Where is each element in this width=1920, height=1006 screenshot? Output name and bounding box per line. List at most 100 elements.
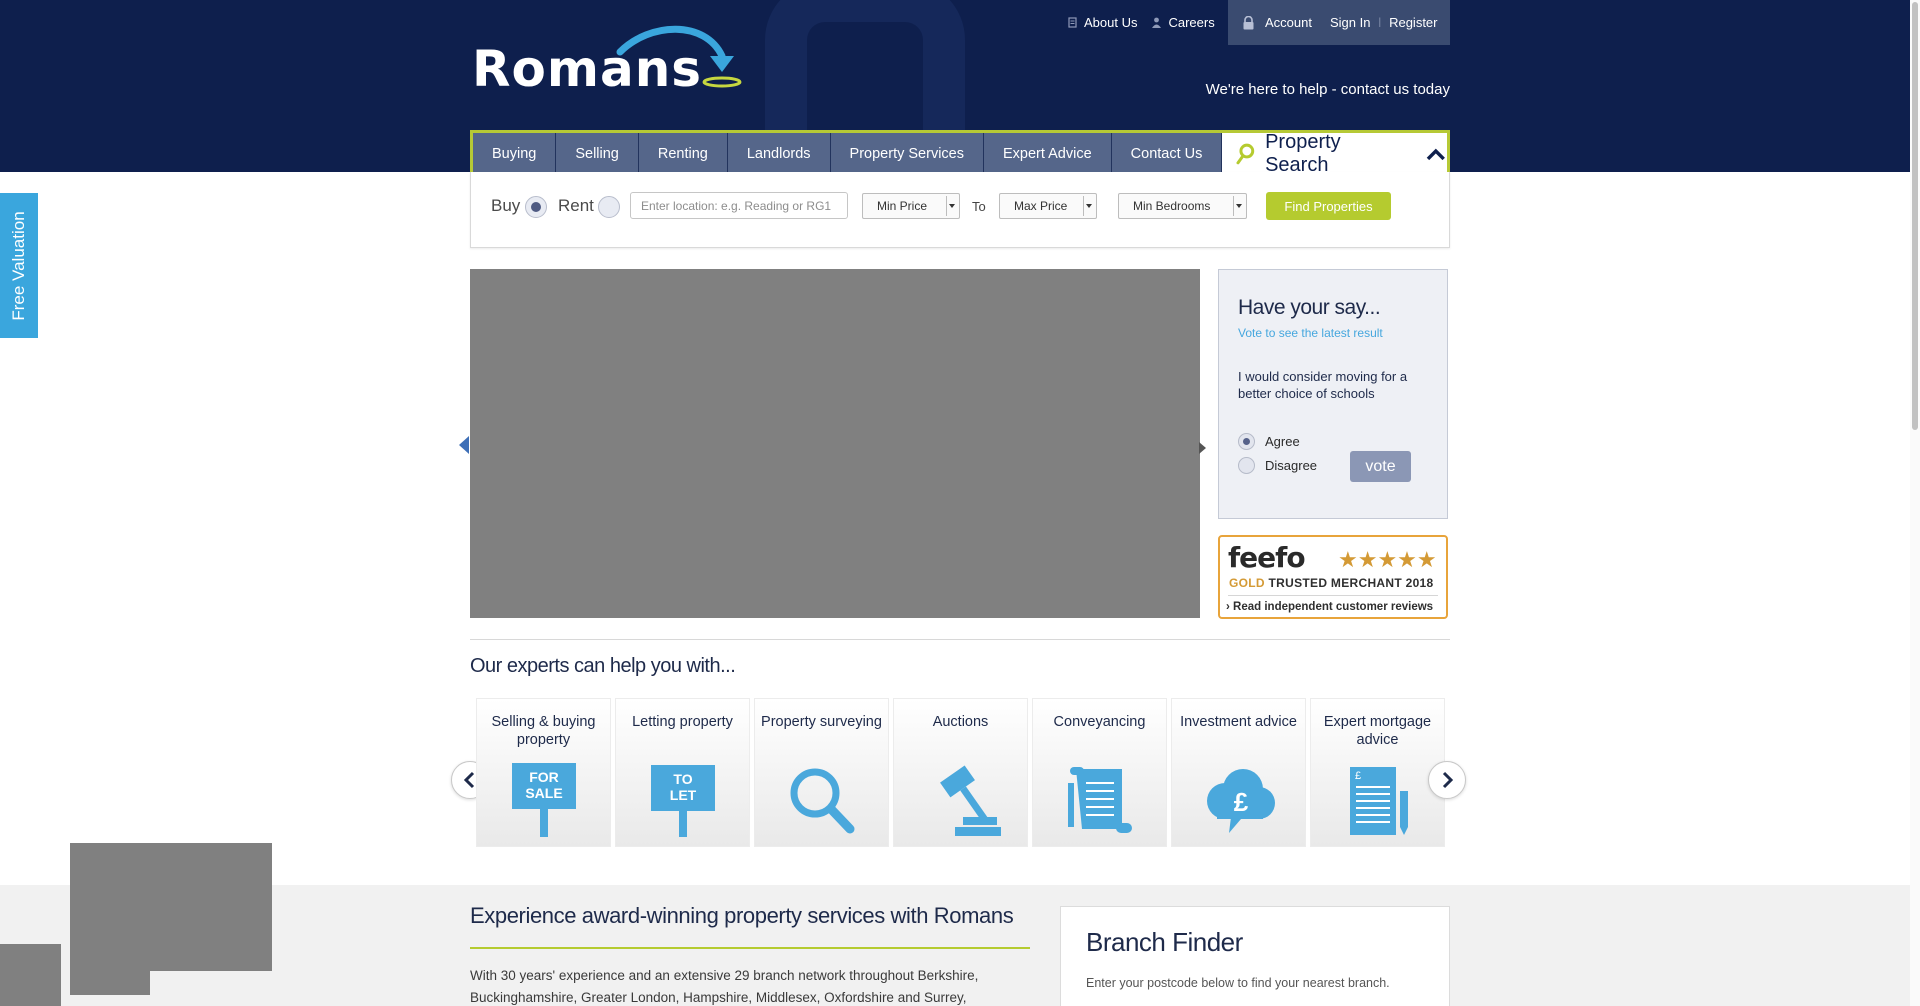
about-us-link[interactable]: About Us — [1068, 15, 1137, 30]
scroll-document-icon — [1067, 767, 1132, 833]
find-properties-button[interactable]: Find Properties — [1266, 192, 1391, 220]
page: Romans About Us Careers Account Sign In … — [0, 0, 1920, 1006]
services-carousel: Selling & buying property FOR SALE Letti… — [476, 698, 1449, 847]
logo-arrow-icon — [616, 25, 742, 88]
nav-selling[interactable]: Selling — [556, 133, 639, 174]
image-placeholder — [70, 971, 150, 995]
dropdown-arrow-icon — [1233, 196, 1244, 216]
page-scrollbar[interactable] — [1910, 0, 1920, 1006]
feefo-logo: feefo — [1228, 541, 1306, 574]
carousel-prev-arrow-icon[interactable] — [459, 436, 469, 454]
service-auctions[interactable]: Auctions — [893, 698, 1028, 847]
register-link[interactable]: Register — [1389, 15, 1437, 30]
image-placeholder — [0, 944, 61, 1006]
service-label: Selling & buying property — [491, 714, 596, 748]
mortgage-document-icon: £ — [1349, 767, 1408, 835]
nav-buying[interactable]: Buying — [473, 133, 557, 174]
service-investment[interactable]: Investment advice £ — [1171, 698, 1306, 847]
lock-icon — [1243, 15, 1254, 29]
account-box: Account Sign In | Register — [1228, 0, 1450, 45]
romans-logo[interactable]: Romans — [472, 22, 742, 98]
document-icon — [1068, 17, 1077, 28]
service-conveyancing[interactable]: Conveyancing — [1032, 698, 1167, 847]
account-link[interactable]: Account — [1265, 15, 1312, 30]
max-price-select[interactable]: Max Price — [999, 193, 1097, 219]
rent-radio[interactable] — [598, 196, 620, 218]
agree-label: Agree — [1265, 434, 1300, 449]
property-search-toggle[interactable]: Property Search — [1222, 130, 1447, 176]
for-sale-sign-line-2: SALE — [525, 785, 562, 801]
hero-carousel[interactable] — [470, 269, 1200, 618]
buy-label: Buy — [491, 196, 521, 215]
careers-link[interactable]: Careers — [1152, 15, 1215, 30]
poll-title: Have your say... — [1238, 296, 1381, 319]
agree-radio[interactable] — [1238, 433, 1255, 450]
poll-option-agree[interactable]: Agree — [1238, 433, 1300, 450]
min-price-select[interactable]: Min Price — [862, 193, 960, 219]
to-let-sign-line-2: LET — [669, 787, 696, 803]
experts-title: Our experts can help you with... — [470, 655, 736, 677]
service-selling-buying[interactable]: Selling & buying property FOR SALE — [476, 698, 611, 847]
rent-label: Rent — [558, 196, 594, 215]
section-divider — [470, 639, 1450, 640]
service-mortgage[interactable]: Expert mortgage advice £ — [1310, 698, 1445, 847]
poll-option-disagree[interactable]: Disagree — [1238, 457, 1317, 474]
top-links: About Us Careers — [1068, 0, 1230, 45]
service-label: Letting property — [632, 714, 733, 730]
nav-property-services[interactable]: Property Services — [830, 133, 984, 174]
service-label: Property surveying — [761, 714, 882, 730]
max-price-value: Max Price — [1014, 199, 1068, 213]
gold-label: GOLD — [1229, 576, 1265, 590]
award-body: With 30 years' experience and an extensi… — [470, 968, 979, 1005]
disagree-label: Disagree — [1265, 458, 1318, 473]
to-let-sign-line-1: TO — [673, 771, 692, 787]
person-icon — [1152, 17, 1162, 28]
carousel-next-arrow-icon[interactable] — [1199, 442, 1206, 454]
branch-finder-text: Enter your postcode below to find your n… — [1086, 976, 1390, 990]
pound-symbol: £ — [1355, 770, 1361, 782]
reviews-link[interactable]: › Read independent customer reviews — [1226, 601, 1433, 613]
property-search-label: Property Search — [1265, 130, 1341, 176]
min-bedrooms-select[interactable]: Min Bedrooms — [1118, 193, 1247, 219]
services-next-button[interactable] — [1428, 761, 1466, 799]
main-nav: Buying Selling Renting Landlords Propert… — [470, 130, 1450, 176]
min-bedrooms-value: Min Bedrooms — [1133, 199, 1211, 213]
magnifier-icon — [790, 768, 854, 834]
reviews-link-label: Read independent customer reviews — [1233, 601, 1434, 613]
rating-stars: ★★★★★ — [1338, 547, 1437, 572]
feefo-badge[interactable]: feefo ★★★★★ GOLD TRUSTED MERCHANT 2018 ›… — [1218, 535, 1448, 619]
contact-tagline[interactable]: We're here to help - contact us today — [1206, 81, 1450, 98]
about-us-label: About Us — [1084, 15, 1138, 30]
nav-contact-us[interactable]: Contact Us — [1111, 133, 1223, 174]
vote-button[interactable]: vote — [1350, 451, 1411, 482]
free-valuation-label: Free Valuation — [9, 210, 28, 321]
service-surveying[interactable]: Property surveying — [754, 698, 889, 847]
scrollbar-thumb[interactable] — [1912, 2, 1918, 430]
poll-widget: Have your say... Vote to see the latest … — [1218, 269, 1448, 519]
location-input[interactable] — [630, 192, 848, 219]
nav-renting[interactable]: Renting — [638, 133, 728, 174]
award-title: Experience award-winning property servic… — [470, 903, 1014, 928]
min-price-value: Min Price — [877, 199, 928, 213]
chevron-right-icon — [1442, 771, 1454, 789]
service-label: Conveyancing — [1053, 714, 1146, 730]
nav-expert-advice[interactable]: Expert Advice — [983, 133, 1112, 174]
service-letting[interactable]: Letting property TO LET — [615, 698, 750, 847]
search-icon — [1236, 143, 1255, 164]
nav-landlords[interactable]: Landlords — [727, 133, 831, 174]
trusted-merchant-label: GOLD TRUSTED MERCHANT 2018 — [1229, 576, 1434, 590]
link-separator: | — [1378, 17, 1382, 28]
free-valuation-tab[interactable]: Free Valuation — [0, 193, 38, 338]
branch-finder-title: Branch Finder — [1086, 927, 1243, 957]
buy-radio[interactable] — [525, 196, 547, 218]
disagree-radio[interactable] — [1238, 457, 1255, 474]
pound-symbol: £ — [1233, 787, 1248, 817]
service-label: Expert mortgage advice — [1323, 714, 1432, 748]
careers-label: Careers — [1168, 15, 1215, 30]
poll-results-link[interactable]: Vote to see the latest result — [1238, 326, 1383, 340]
sign-in-link[interactable]: Sign In — [1330, 15, 1370, 30]
feefo-divider — [1228, 595, 1438, 596]
for-sale-sign-icon: FOR SALE — [511, 763, 576, 837]
image-placeholder — [70, 843, 272, 971]
to-label: To — [972, 199, 986, 214]
